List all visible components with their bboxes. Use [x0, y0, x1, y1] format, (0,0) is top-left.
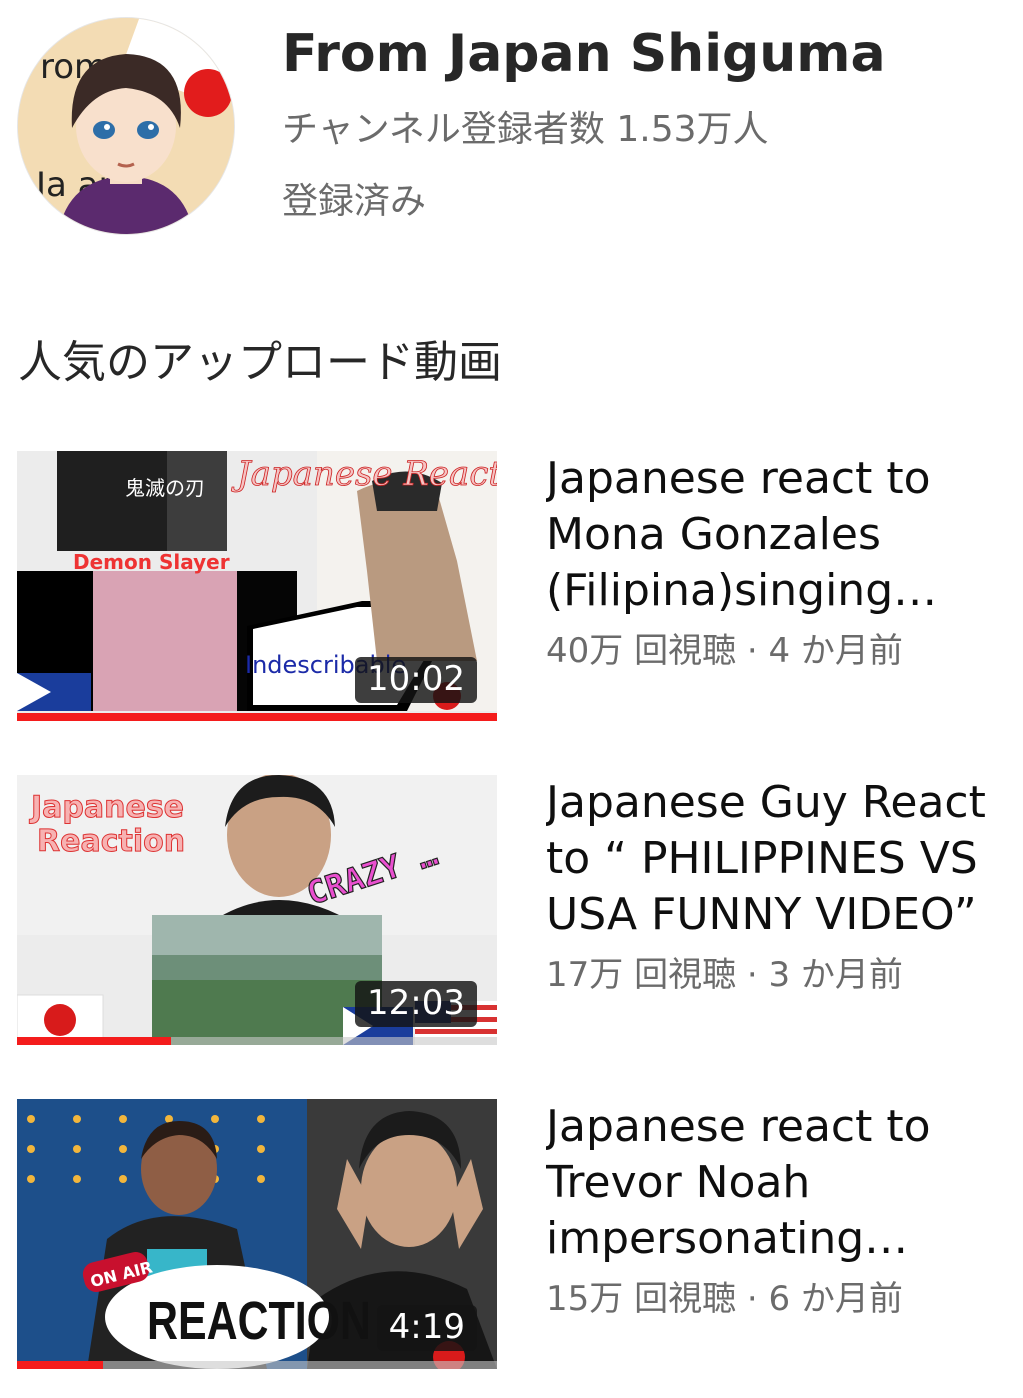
video-stats: 40万 回視聴 · 4 か月前: [546, 631, 903, 671]
thumb-brand-line1: Japanese: [29, 790, 184, 825]
video-item[interactable]: ON AIR REACTION 4:19 Japanese react to T…: [0, 1099, 1023, 1371]
video-thumbnail[interactable]: ON AIR REACTION 4:19: [17, 1099, 497, 1369]
video-meta: Japanese react to Mona Gonzales (Filipin…: [546, 451, 1006, 672]
video-meta: Japanese Guy React to “ PHILIPPINES VS U…: [546, 775, 1006, 996]
video-stats: 15万 回視聴 · 6 か月前: [546, 1279, 903, 1319]
thumb-caption-text: Demon Slayer: [73, 550, 230, 574]
video-meta: Japanese react to Trevor Noah impersonat…: [546, 1099, 1006, 1320]
thumb-series-text: 鬼滅の刃: [125, 476, 205, 500]
channel-header: rom Ja an From Japan Shiguma チャンネル登録者数 1…: [0, 0, 1023, 260]
video-thumbnail[interactable]: Japanese Reaction CRAZY … 12:03: [17, 775, 497, 1045]
thumb-reaction-text: REACTION: [147, 1291, 371, 1351]
thumb-brand-line2: Reaction: [37, 824, 185, 859]
video-duration: 4:19: [376, 1305, 477, 1351]
video-duration: 10:02: [355, 657, 477, 703]
video-item[interactable]: Japanese Reaction 鬼滅の刃 Demon Slayer Inde…: [0, 451, 1023, 723]
watch-progress-bar: [17, 1037, 171, 1045]
video-item[interactable]: Japanese Reaction CRAZY … 12:03 Japanese…: [0, 775, 1023, 1047]
video-thumbnail[interactable]: Japanese Reaction 鬼滅の刃 Demon Slayer Inde…: [17, 451, 497, 721]
video-title[interactable]: Japanese react to Mona Gonzales (Filipin…: [546, 451, 1006, 619]
channel-avatar[interactable]: rom Ja an: [18, 18, 234, 234]
thumb-brand-text: Japanese Reaction: [231, 454, 497, 494]
watch-progress-bar: [17, 713, 497, 721]
video-title[interactable]: Japanese Guy React to “ PHILIPPINES VS U…: [546, 775, 1006, 943]
watch-progress-bar: [17, 1361, 104, 1369]
subscriber-count: チャンネル登録者数 1.53万人: [282, 109, 769, 150]
video-duration: 12:03: [355, 981, 477, 1027]
video-title[interactable]: Japanese react to Trevor Noah impersonat…: [546, 1099, 1006, 1267]
subscribed-button[interactable]: 登録済み: [282, 172, 426, 224]
avatar-illustration: rom Ja an: [18, 18, 234, 234]
section-title: 人気のアップロード動画: [18, 337, 502, 388]
video-stats: 17万 回視聴 · 3 か月前: [546, 955, 903, 995]
channel-name[interactable]: From Japan Shiguma: [282, 24, 886, 84]
